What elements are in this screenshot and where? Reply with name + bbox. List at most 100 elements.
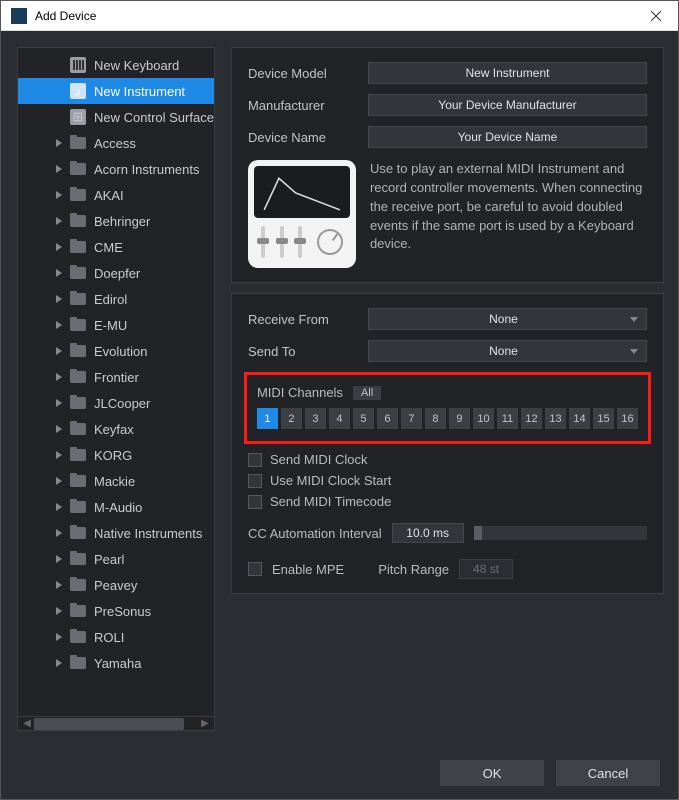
folder-icon [70,319,86,331]
scroll-right-arrow[interactable]: ▶ [200,718,210,729]
tree-item-label: Evolution [94,344,147,359]
close-button[interactable] [633,1,678,31]
tree-item-label: New Keyboard [94,58,179,73]
use-midi-clock-start-checkbox[interactable] [248,474,262,488]
midi-channel-10[interactable]: 10 [473,408,494,429]
folder-icon [70,137,86,149]
cc-automation-value[interactable]: 10.0 ms [392,523,464,543]
tree-folder-e-mu[interactable]: E-MU [18,312,214,338]
tree-folder-presonus[interactable]: PreSonus [18,598,214,624]
folder-icon [70,241,86,253]
cancel-button[interactable]: Cancel [556,760,660,786]
tree-item-label: Edirol [94,292,127,307]
tree-folder-frontier[interactable]: Frontier [18,364,214,390]
midi-channel-7[interactable]: 7 [401,408,422,429]
tree-folder-peavey[interactable]: Peavey [18,572,214,598]
expand-arrow-icon [56,659,62,667]
close-icon [651,11,661,21]
horizontal-scrollbar[interactable]: ◀ ▶ [18,716,214,730]
tree-folder-evolution[interactable]: Evolution [18,338,214,364]
midi-channel-5[interactable]: 5 [353,408,374,429]
tree-folder-yamaha[interactable]: Yamaha [18,650,214,676]
tree-item-label: Pearl [94,552,124,567]
tree-item-label: Doepfer [94,266,140,281]
midi-channel-11[interactable]: 11 [497,408,518,429]
tree-folder-m-audio[interactable]: M-Audio [18,494,214,520]
app-icon [11,8,27,24]
midi-channel-1[interactable]: 1 [257,408,278,429]
dialog-footer: OK Cancel [1,747,678,799]
midi-channel-16[interactable]: 16 [617,408,638,429]
folder-icon [70,267,86,279]
tree-folder-doepfer[interactable]: Doepfer [18,260,214,286]
tree-folder-mackie[interactable]: Mackie [18,468,214,494]
tree-folder-cme[interactable]: CME [18,234,214,260]
device-settings-panel: Device Model New Instrument Manufacturer… [231,47,664,731]
device-info-section: Device Model New Instrument Manufacturer… [231,47,664,283]
enable-mpe-checkbox[interactable] [248,562,262,576]
expand-arrow-icon [56,503,62,511]
tree-folder-korg[interactable]: KORG [18,442,214,468]
expand-arrow-icon [56,477,62,485]
device-model-field[interactable]: New Instrument [368,62,647,84]
tree-folder-acorn-instruments[interactable]: Acorn Instruments [18,156,214,182]
folder-icon [70,657,86,669]
tree-folder-roli[interactable]: ROLI [18,624,214,650]
tree-folder-access[interactable]: Access [18,130,214,156]
tree-item-label: Access [94,136,136,151]
folder-icon [70,449,86,461]
expand-arrow-icon [56,425,62,433]
midi-channel-15[interactable]: 15 [593,408,614,429]
midi-channel-12[interactable]: 12 [521,408,542,429]
tree-item-label: KORG [94,448,132,463]
tree-folder-native-instruments[interactable]: Native Instruments [18,520,214,546]
send-midi-timecode-checkbox[interactable] [248,495,262,509]
folder-icon [70,189,86,201]
device-description: Use to play an external MIDI Instrument … [370,160,647,268]
folder-icon [70,605,86,617]
tree-folder-behringer[interactable]: Behringer [18,208,214,234]
tree-item-label: New Instrument [94,84,185,99]
tree-folder-jlcooper[interactable]: JLCooper [18,390,214,416]
chevron-down-icon [630,317,638,322]
all-channels-button[interactable]: All [353,386,381,400]
tree-folder-pearl[interactable]: Pearl [18,546,214,572]
tree-item-label: Keyfax [94,422,134,437]
send-midi-clock-checkbox[interactable] [248,453,262,467]
midi-channel-4[interactable]: 4 [329,408,350,429]
midi-channel-6[interactable]: 6 [377,408,398,429]
device-name-field[interactable]: Your Device Name [368,126,647,148]
tree-item-new-instrument[interactable]: ♪ New Instrument [18,78,214,104]
device-tree[interactable]: New Keyboard ♪ New Instrument ⊞ New Cont… [18,48,214,716]
expand-arrow-icon [56,269,62,277]
folder-icon [70,631,86,643]
expand-arrow-icon [56,451,62,459]
midi-channel-9[interactable]: 9 [449,408,470,429]
midi-channel-14[interactable]: 14 [569,408,590,429]
tree-folder-keyfax[interactable]: Keyfax [18,416,214,442]
midi-channel-13[interactable]: 13 [545,408,566,429]
envelope-icon [254,166,350,218]
tree-folder-edirol[interactable]: Edirol [18,286,214,312]
expand-arrow-icon [56,555,62,563]
expand-arrow-icon [56,399,62,407]
receive-from-dropdown[interactable]: None [368,308,647,330]
ok-button[interactable]: OK [440,760,544,786]
folder-icon [70,475,86,487]
manufacturer-field[interactable]: Your Device Manufacturer [368,94,647,116]
send-midi-clock-label: Send MIDI Clock [270,452,368,467]
send-to-dropdown[interactable]: None [368,340,647,362]
midi-channel-8[interactable]: 8 [425,408,446,429]
midi-channel-3[interactable]: 3 [305,408,326,429]
scroll-left-arrow[interactable]: ◀ [22,718,32,729]
expand-arrow-icon [56,243,62,251]
tree-item-label: New Control Surface [94,110,214,125]
tree-item-new-keyboard[interactable]: New Keyboard [18,52,214,78]
tree-folder-akai[interactable]: AKAI [18,182,214,208]
device-tree-panel: New Keyboard ♪ New Instrument ⊞ New Cont… [17,47,215,731]
midi-channel-2[interactable]: 2 [281,408,302,429]
scroll-thumb[interactable] [34,718,184,730]
tree-item-label: Frontier [94,370,139,385]
tree-item-new-control-surface[interactable]: ⊞ New Control Surface [18,104,214,130]
cc-automation-slider[interactable] [474,526,647,540]
